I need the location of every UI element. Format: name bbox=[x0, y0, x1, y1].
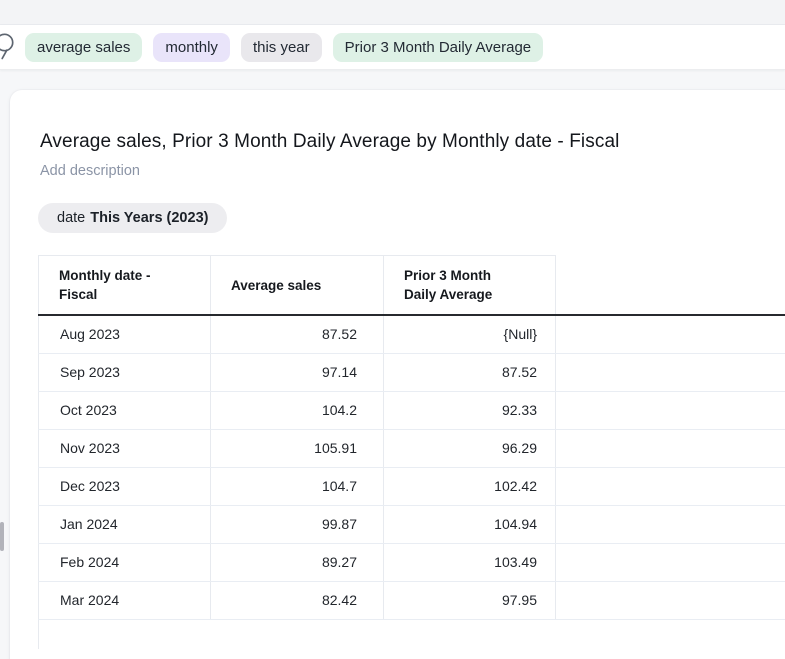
table-cell: 97.14 bbox=[211, 353, 384, 391]
table-cell bbox=[211, 619, 384, 649]
table-cell: 105.91 bbox=[211, 429, 384, 467]
table-cell: 92.33 bbox=[384, 391, 556, 429]
table-cell bbox=[384, 619, 556, 649]
table-row: Jan 202499.87104.94 bbox=[39, 505, 785, 543]
table-row: Nov 2023105.9196.29 bbox=[39, 429, 785, 467]
table-cell: 103.49 bbox=[384, 543, 556, 581]
filter-value-label: This Years (2023) bbox=[90, 210, 208, 226]
column-header-monthly-date[interactable]: Monthly date - Fiscal bbox=[39, 256, 211, 316]
table-cell bbox=[556, 315, 785, 353]
table-row: Mar 202482.4297.95 bbox=[39, 581, 785, 619]
table-cell: 87.52 bbox=[211, 315, 384, 353]
top-strip bbox=[0, 0, 785, 25]
table-cell bbox=[556, 353, 785, 391]
table-cell bbox=[39, 619, 211, 649]
table-cell: Nov 2023 bbox=[39, 429, 211, 467]
add-description-button[interactable]: Add description bbox=[40, 163, 140, 179]
table-cell: Sep 2023 bbox=[39, 353, 211, 391]
left-scrollbar-thumb[interactable] bbox=[0, 522, 4, 551]
table-row: Aug 202387.52{Null} bbox=[39, 315, 785, 353]
table-cell: Jan 2024 bbox=[39, 505, 211, 543]
table-cell: Feb 2024 bbox=[39, 543, 211, 581]
table-cell bbox=[556, 429, 785, 467]
date-filter-pill[interactable]: date This Years (2023) bbox=[38, 203, 227, 233]
table-cell: Oct 2023 bbox=[39, 391, 211, 429]
filter-row: date This Years (2023) bbox=[38, 203, 785, 233]
table-cell: 104.94 bbox=[384, 505, 556, 543]
search-bar[interactable]: average sales monthly this year Prior 3 Mon… bbox=[0, 25, 785, 70]
table-cell: 82.42 bbox=[211, 581, 384, 619]
search-icon bbox=[0, 25, 16, 70]
table-cell: 104.2 bbox=[211, 391, 384, 429]
table-row: Sep 202397.1487.52 bbox=[39, 353, 785, 391]
table-row: Feb 202489.27103.49 bbox=[39, 543, 785, 581]
table-row: Dec 2023104.7102.42 bbox=[39, 467, 785, 505]
table-cell: 96.29 bbox=[384, 429, 556, 467]
table-body: Aug 202387.52{Null}Sep 202397.1487.52Oct… bbox=[39, 315, 785, 649]
table-row: Oct 2023104.292.33 bbox=[39, 391, 785, 429]
table-cell: 102.42 bbox=[384, 467, 556, 505]
table-row-partial bbox=[39, 619, 785, 649]
answer-title: Average sales, Prior 3 Month Daily Avera… bbox=[40, 130, 785, 154]
table-cell: Aug 2023 bbox=[39, 315, 211, 353]
table-cell: 99.87 bbox=[211, 505, 384, 543]
column-header-average-sales[interactable]: Average sales bbox=[211, 256, 384, 316]
table-cell: 89.27 bbox=[211, 543, 384, 581]
table-header-row: Monthly date - Fiscal Average sales Prio… bbox=[39, 256, 785, 316]
table-cell bbox=[556, 619, 785, 649]
search-tag[interactable]: Prior 3 Month Daily Average bbox=[333, 33, 543, 62]
table-cell bbox=[556, 467, 785, 505]
table-cell bbox=[556, 543, 785, 581]
table-cell: 97.95 bbox=[384, 581, 556, 619]
table-cell: 104.7 bbox=[211, 467, 384, 505]
table-cell: 87.52 bbox=[384, 353, 556, 391]
table-cell bbox=[556, 505, 785, 543]
search-tag[interactable]: this year bbox=[241, 33, 322, 62]
column-header-prior-3-month[interactable]: Prior 3 Month Daily Average bbox=[384, 256, 556, 316]
search-tag[interactable]: average sales bbox=[25, 33, 142, 62]
table-cell bbox=[556, 391, 785, 429]
table-cell: Dec 2023 bbox=[39, 467, 211, 505]
column-header-empty bbox=[556, 256, 785, 316]
answer-card: Average sales, Prior 3 Month Daily Avera… bbox=[10, 90, 785, 659]
results-table: Monthly date - Fiscal Average sales Prio… bbox=[38, 255, 785, 649]
filter-field-label: date bbox=[57, 210, 85, 226]
table-cell bbox=[556, 581, 785, 619]
table-cell: Mar 2024 bbox=[39, 581, 211, 619]
table-cell: {Null} bbox=[384, 315, 556, 353]
search-tag[interactable]: monthly bbox=[153, 33, 230, 62]
